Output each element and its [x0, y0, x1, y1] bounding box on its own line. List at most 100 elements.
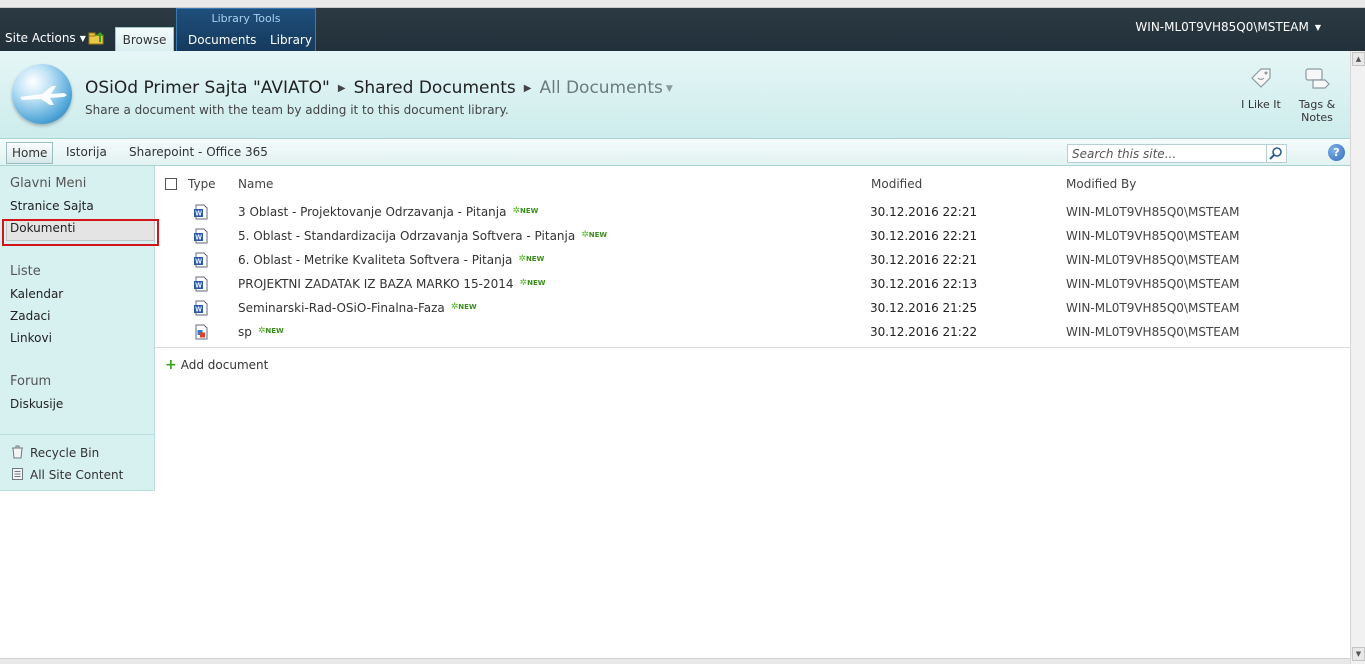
search-button[interactable]	[1267, 144, 1287, 163]
modified-by-user[interactable]: WIN-ML0T9VH85Q0\MSTEAM	[1066, 301, 1239, 315]
like-tag-icon	[1251, 68, 1271, 88]
topnav-item-home[interactable]: Home	[6, 142, 54, 164]
site-actions-menu[interactable]: Site Actions ▼	[5, 31, 86, 45]
ql-recycle-bin[interactable]: Recycle Bin	[30, 446, 99, 460]
chevron-down-icon: ▼	[1314, 23, 1321, 32]
horizontal-scrollbar[interactable]	[0, 658, 1350, 664]
word-doc-icon[interactable]: W	[193, 300, 209, 316]
svg-text:W: W	[195, 259, 202, 266]
page-description: Share a document with the team by adding…	[85, 103, 509, 117]
tags-notes-icon	[1305, 68, 1330, 89]
document-name-link[interactable]: 5. Oblast - Standardizacija Odrzavanja S…	[238, 229, 607, 243]
modified-by-user[interactable]: WIN-ML0T9VH85Q0\MSTEAM	[1066, 325, 1239, 339]
list-divider	[155, 347, 1350, 348]
search-icon	[1269, 147, 1282, 160]
new-badge: ✲NEW	[257, 326, 284, 336]
site-content-icon	[12, 468, 23, 480]
word-doc-icon[interactable]: W	[193, 252, 209, 268]
like-label: I Like It	[1241, 98, 1281, 111]
top-navigation-bar: Home Istorija Sharepoint - Office 365 Se…	[0, 140, 1350, 166]
modified-by-user[interactable]: WIN-ML0T9VH85Q0\MSTEAM	[1066, 205, 1239, 219]
svg-text:W: W	[195, 235, 202, 242]
word-doc-icon[interactable]: W	[193, 228, 209, 244]
site-actions-label: Site Actions	[5, 31, 76, 45]
page-title-area: OSiOd Primer Sajta "AVIATO" ▶ Shared Docum…	[0, 51, 1350, 139]
document-name-link[interactable]: PROJEKTNI ZADATAK IZ BAZA MARKO 15-2014 ✲…	[238, 277, 545, 291]
document-name-link[interactable]: 6. Oblast - Metrike Kvaliteta Softvera -…	[238, 253, 544, 267]
topnav-item-sharepoint-office365[interactable]: Sharepoint - Office 365	[129, 145, 268, 159]
annotation-highlight-box	[2, 219, 159, 246]
user-menu[interactable]: WIN-ML0T9VH85Q0\MSTEAM ▼	[1135, 20, 1321, 34]
navigate-up-icon[interactable]	[88, 31, 105, 45]
tags-label-line2: Notes	[1301, 111, 1333, 124]
add-icon: +	[165, 357, 177, 373]
new-badge: ✲NEW	[450, 302, 477, 312]
image-file-icon[interactable]	[193, 324, 209, 340]
breadcrumb-site[interactable]: OSiOd Primer Sajta "AVIATO"	[85, 78, 330, 98]
ql-item-zadaci[interactable]: Zadaci	[10, 309, 50, 323]
document-name-link[interactable]: sp ✲NEW	[238, 325, 284, 339]
document-name-link[interactable]: 3 Oblast - Projektovanje Odrzavanja - Pi…	[238, 205, 538, 219]
ql-item-diskusije[interactable]: Diskusije	[10, 397, 63, 411]
modified-date: 30.12.2016 21:25	[870, 301, 978, 315]
column-header-type[interactable]: Type	[188, 177, 216, 191]
topnav-item-istorija[interactable]: Istorija	[66, 145, 107, 159]
column-header-modified-by[interactable]: Modified By	[1066, 177, 1136, 191]
breadcrumb-library[interactable]: Shared Documents	[354, 78, 516, 98]
chevron-down-icon: ▼	[79, 34, 86, 43]
user-name: WIN-ML0T9VH85Q0\MSTEAM	[1135, 20, 1309, 34]
word-doc-icon[interactable]: W	[193, 204, 209, 220]
new-badge: ✲NEW	[512, 206, 539, 216]
airplane-icon	[20, 86, 67, 105]
tags-notes-button[interactable]: Tags & Notes	[1294, 66, 1340, 124]
ribbon-bar: Site Actions ▼ Browse Library Tools Docum…	[0, 8, 1365, 51]
svg-text:W: W	[195, 283, 202, 290]
modified-date: 30.12.2016 22:21	[870, 205, 978, 219]
i-like-it-button[interactable]: I Like It	[1236, 66, 1286, 111]
table-row[interactable]: sp ✲NEW 30.12.2016 21:22 WIN-ML0T9VH85Q0\…	[155, 320, 1350, 344]
vertical-scrollbar[interactable]: ▲ ▼	[1350, 51, 1365, 664]
tab-browse[interactable]: Browse	[115, 27, 174, 51]
modified-date: 30.12.2016 22:13	[870, 277, 978, 291]
tab-documents[interactable]: Documents	[188, 33, 256, 47]
help-icon[interactable]: ?	[1328, 144, 1345, 161]
word-doc-icon[interactable]: W	[193, 276, 209, 292]
ql-item-kalendar[interactable]: Kalendar	[10, 287, 63, 301]
ql-heading-glavni-meni[interactable]: Glavni Meni	[10, 176, 86, 191]
site-logo[interactable]	[12, 64, 72, 124]
select-all-checkbox[interactable]	[165, 178, 177, 190]
new-badge: ✲NEW	[581, 230, 608, 240]
svg-text:W: W	[195, 307, 202, 314]
tags-label-line1: Tags &	[1298, 98, 1336, 111]
scroll-down-arrow-icon[interactable]: ▼	[1352, 647, 1365, 661]
modified-by-user[interactable]: WIN-ML0T9VH85Q0\MSTEAM	[1066, 253, 1239, 267]
search-input[interactable]: Search this site...	[1067, 144, 1267, 163]
modified-by-user[interactable]: WIN-ML0T9VH85Q0\MSTEAM	[1066, 277, 1239, 291]
table-row[interactable]: W 5. Oblast - Standardizacija Odrzavanja…	[155, 224, 1350, 248]
library-tools-group: Library Tools Documents Library	[176, 8, 316, 51]
column-header-modified[interactable]: Modified	[871, 177, 922, 191]
breadcrumb: OSiOd Primer Sajta "AVIATO" ▶ Shared Docum…	[85, 78, 673, 98]
column-header-name[interactable]: Name	[238, 177, 273, 191]
table-row[interactable]: W 6. Oblast - Metrike Kvaliteta Softvera…	[155, 248, 1350, 272]
table-row[interactable]: W PROJEKTNI ZADATAK IZ BAZA MARKO 15-201…	[155, 272, 1350, 296]
table-row[interactable]: W 3 Oblast - Projektovanje Odrzavanja - …	[155, 200, 1350, 224]
svg-text:W: W	[195, 211, 202, 218]
view-selector[interactable]: All Documents	[539, 78, 662, 98]
breadcrumb-arrow-icon: ▶	[337, 83, 346, 94]
chevron-down-icon[interactable]: ▼	[666, 84, 673, 94]
document-name-link[interactable]: Seminarski-Rad-OSiO-Finalna-Faza ✲NEW	[238, 301, 477, 315]
ql-heading-liste[interactable]: Liste	[10, 264, 41, 279]
table-row[interactable]: W Seminarski-Rad-OSiO-Finalna-Faza ✲NEW 3…	[155, 296, 1350, 320]
ql-all-site-content[interactable]: All Site Content	[30, 468, 123, 482]
ql-item-linkovi[interactable]: Linkovi	[10, 331, 52, 345]
ql-heading-forum[interactable]: Forum	[10, 374, 51, 389]
library-tools-title: Library Tools	[211, 12, 281, 25]
add-document-link[interactable]: + Add document	[165, 357, 268, 373]
breadcrumb-arrow-icon: ▶	[523, 83, 532, 94]
scroll-up-arrow-icon[interactable]: ▲	[1352, 52, 1365, 66]
new-badge: ✲NEW	[518, 254, 545, 264]
ql-item-stranice-sajta[interactable]: Stranice Sajta	[10, 199, 94, 213]
tab-library[interactable]: Library	[270, 33, 312, 47]
modified-by-user[interactable]: WIN-ML0T9VH85Q0\MSTEAM	[1066, 229, 1239, 243]
